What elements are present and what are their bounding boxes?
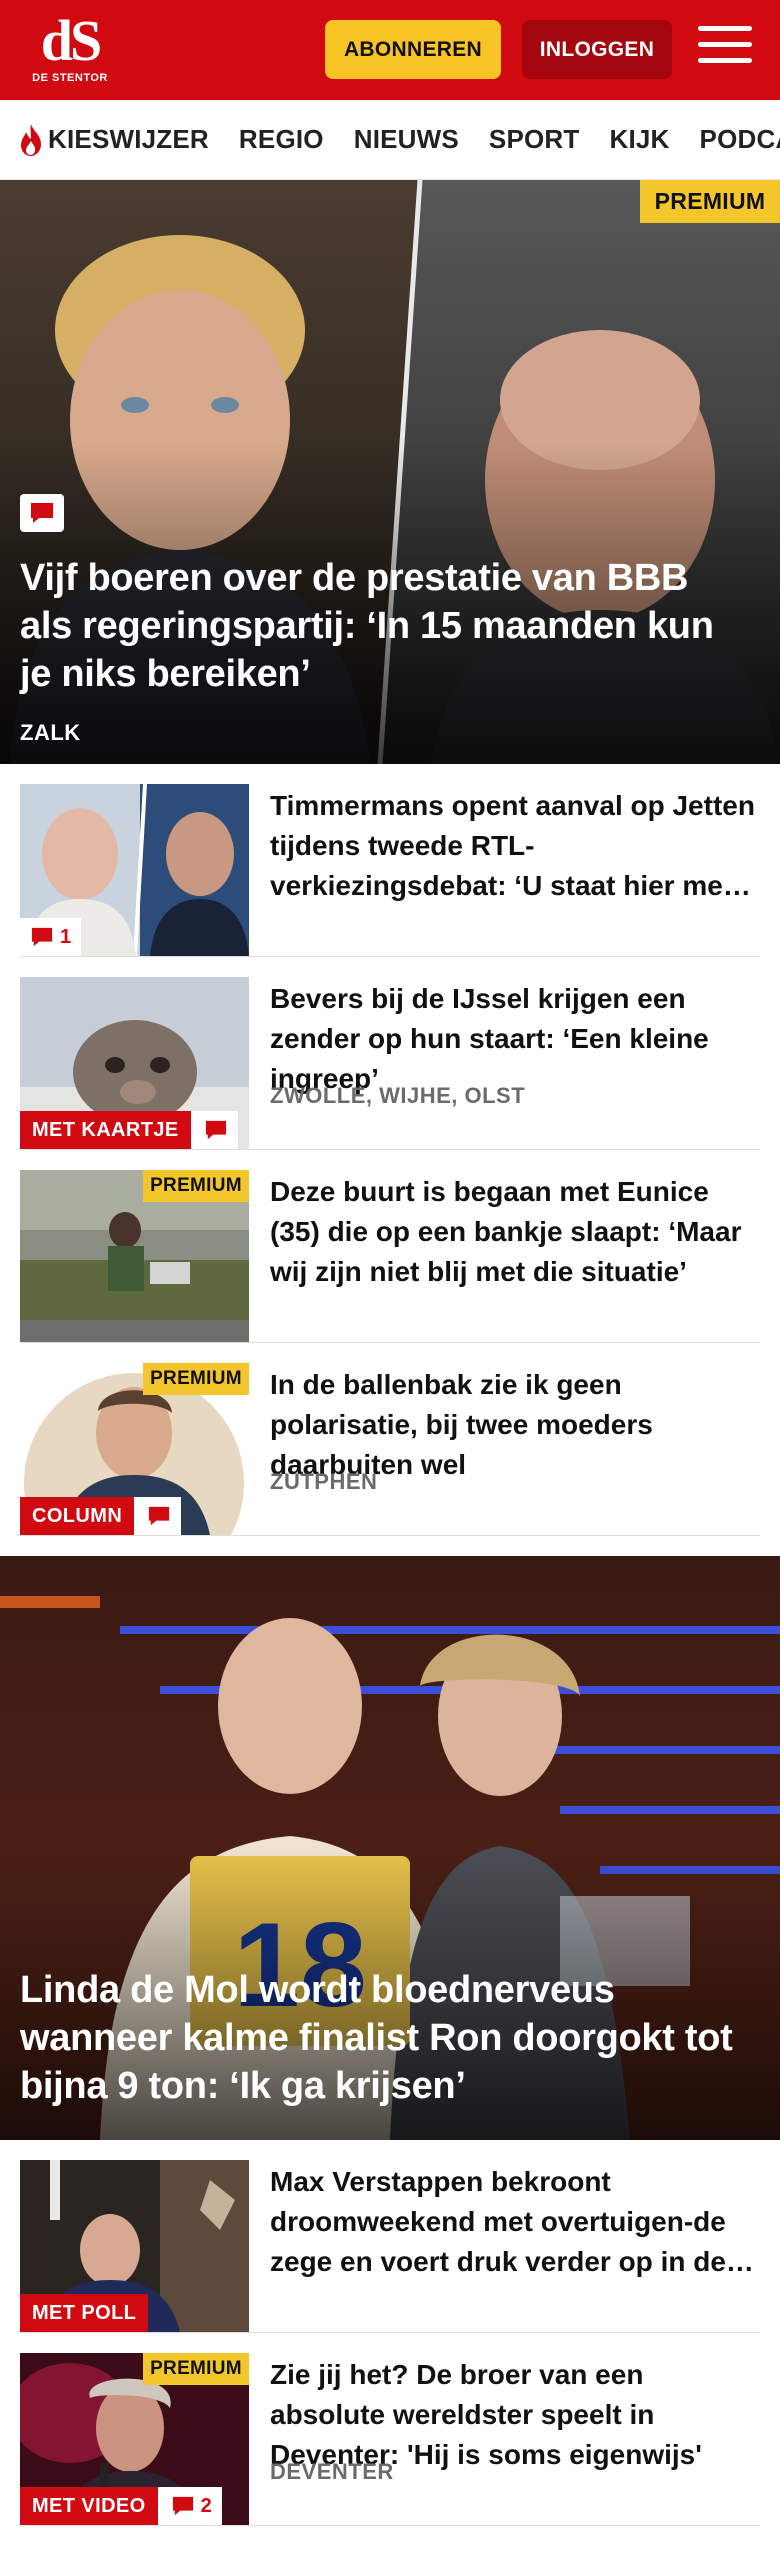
- poll-badge: MET POLL: [20, 2294, 149, 2332]
- article-title[interactable]: Bevers bij de IJssel krijgen een zender …: [270, 979, 760, 1099]
- comment-count: 2: [200, 2494, 212, 2517]
- hero-location: ZALK: [20, 720, 81, 745]
- article-title[interactable]: Timmermans opent aanval op Jetten tijden…: [270, 786, 760, 906]
- nav-item-kijk[interactable]: KIJK: [610, 124, 670, 155]
- flame-icon: [21, 123, 41, 156]
- premium-badge: PREMIUM: [143, 2353, 249, 2385]
- video-badge: MET VIDEO: [20, 2487, 158, 2525]
- premium-badge: PREMIUM: [640, 180, 780, 223]
- nav-label: KIESWIJZER: [48, 124, 209, 154]
- login-button[interactable]: INLOGGEN: [522, 20, 672, 79]
- article-thumbnail: MET POLL: [20, 2160, 249, 2332]
- comment-icon: [172, 2496, 193, 2516]
- article-location: ZUTPHEN: [270, 1469, 378, 1494]
- article-location: DEVENTER: [270, 2459, 394, 2484]
- hero-article-2[interactable]: 18 Linda de Mol wordt bloednerveus wanne…: [0, 1556, 780, 2140]
- article-thumbnail: 1: [20, 784, 249, 956]
- hero-title[interactable]: Linda de Mol wordt bloednerveus wanneer …: [20, 1966, 760, 2110]
- article-thumbnail: PREMIUM MET VIDEO 2: [20, 2353, 249, 2525]
- comment-icon: [190, 1111, 238, 1149]
- site-logo[interactable]: dS DE STENTOR: [22, 12, 132, 90]
- nav-item-kieswijzer[interactable]: KIESWIJZER: [18, 123, 209, 157]
- nav-item-sport[interactable]: SPORT: [489, 124, 580, 155]
- logo-subtitle: DE STENTOR: [32, 72, 108, 84]
- main-nav: KIESWIJZER REGIO NIEUWS SPORT KIJK PODCA…: [0, 100, 780, 180]
- article-thumbnail: MET KAARTJE: [20, 977, 249, 1149]
- article-location: ZWOLLE, WIJHE, OLST: [270, 1083, 526, 1108]
- list-item[interactable]: MET POLL Max Verstappen bekroont droomwe…: [20, 2140, 760, 2333]
- comment-count-badge: 1: [20, 918, 82, 956]
- comment-icon: [20, 494, 64, 532]
- article-thumbnail: PREMIUM: [20, 1170, 249, 1342]
- article-title[interactable]: Zie jij het? De broer van een absolute w…: [270, 2355, 760, 2475]
- map-badge: MET KAARTJE: [20, 1111, 191, 1149]
- site-header: dS DE STENTOR ABONNEREN INLOGGEN: [0, 0, 780, 100]
- premium-badge: PREMIUM: [143, 1363, 249, 1395]
- list-item[interactable]: PREMIUM Deze buurt is begaan met Eunice …: [20, 1150, 760, 1343]
- article-thumbnail: PREMIUM COLUMN: [20, 1363, 249, 1535]
- comment-icon: [134, 1497, 182, 1535]
- hero-article[interactable]: PREMIUM Vijf boeren over de prestatie va…: [0, 180, 780, 764]
- list-item[interactable]: PREMIUM COLUMN In de ballenbak zie ik ge…: [20, 1343, 760, 1536]
- nav-item-nieuws[interactable]: NIEUWS: [354, 124, 459, 155]
- hero-title[interactable]: Vijf boeren over de prestatie van BBB al…: [20, 554, 750, 698]
- menu-icon[interactable]: [698, 26, 752, 72]
- comment-count: 1: [60, 925, 72, 948]
- logo-mark: dS: [40, 8, 103, 73]
- subscribe-button[interactable]: ABONNEREN: [325, 20, 501, 79]
- list-item[interactable]: MET KAARTJE Bevers bij de IJssel krijgen…: [20, 957, 760, 1150]
- premium-badge: PREMIUM: [143, 1170, 249, 1202]
- article-title[interactable]: Deze buurt is begaan met Eunice (35) die…: [270, 1172, 760, 1292]
- list-item[interactable]: 1 Timmermans opent aanval op Jetten tijd…: [20, 764, 760, 957]
- nav-item-podcast[interactable]: PODCAST: [700, 124, 780, 155]
- column-badge: COLUMN: [20, 1497, 135, 1535]
- comment-count-badge: 2: [157, 2487, 222, 2525]
- article-title[interactable]: In de ballenbak zie ik geen polarisatie,…: [270, 1365, 760, 1485]
- comment-icon: [31, 927, 53, 947]
- list-item[interactable]: PREMIUM MET VIDEO 2 Zie jij het? De broe…: [20, 2333, 760, 2526]
- article-title[interactable]: Max Verstappen bekroont droomweekend met…: [270, 2162, 760, 2282]
- nav-item-regio[interactable]: REGIO: [239, 124, 324, 155]
